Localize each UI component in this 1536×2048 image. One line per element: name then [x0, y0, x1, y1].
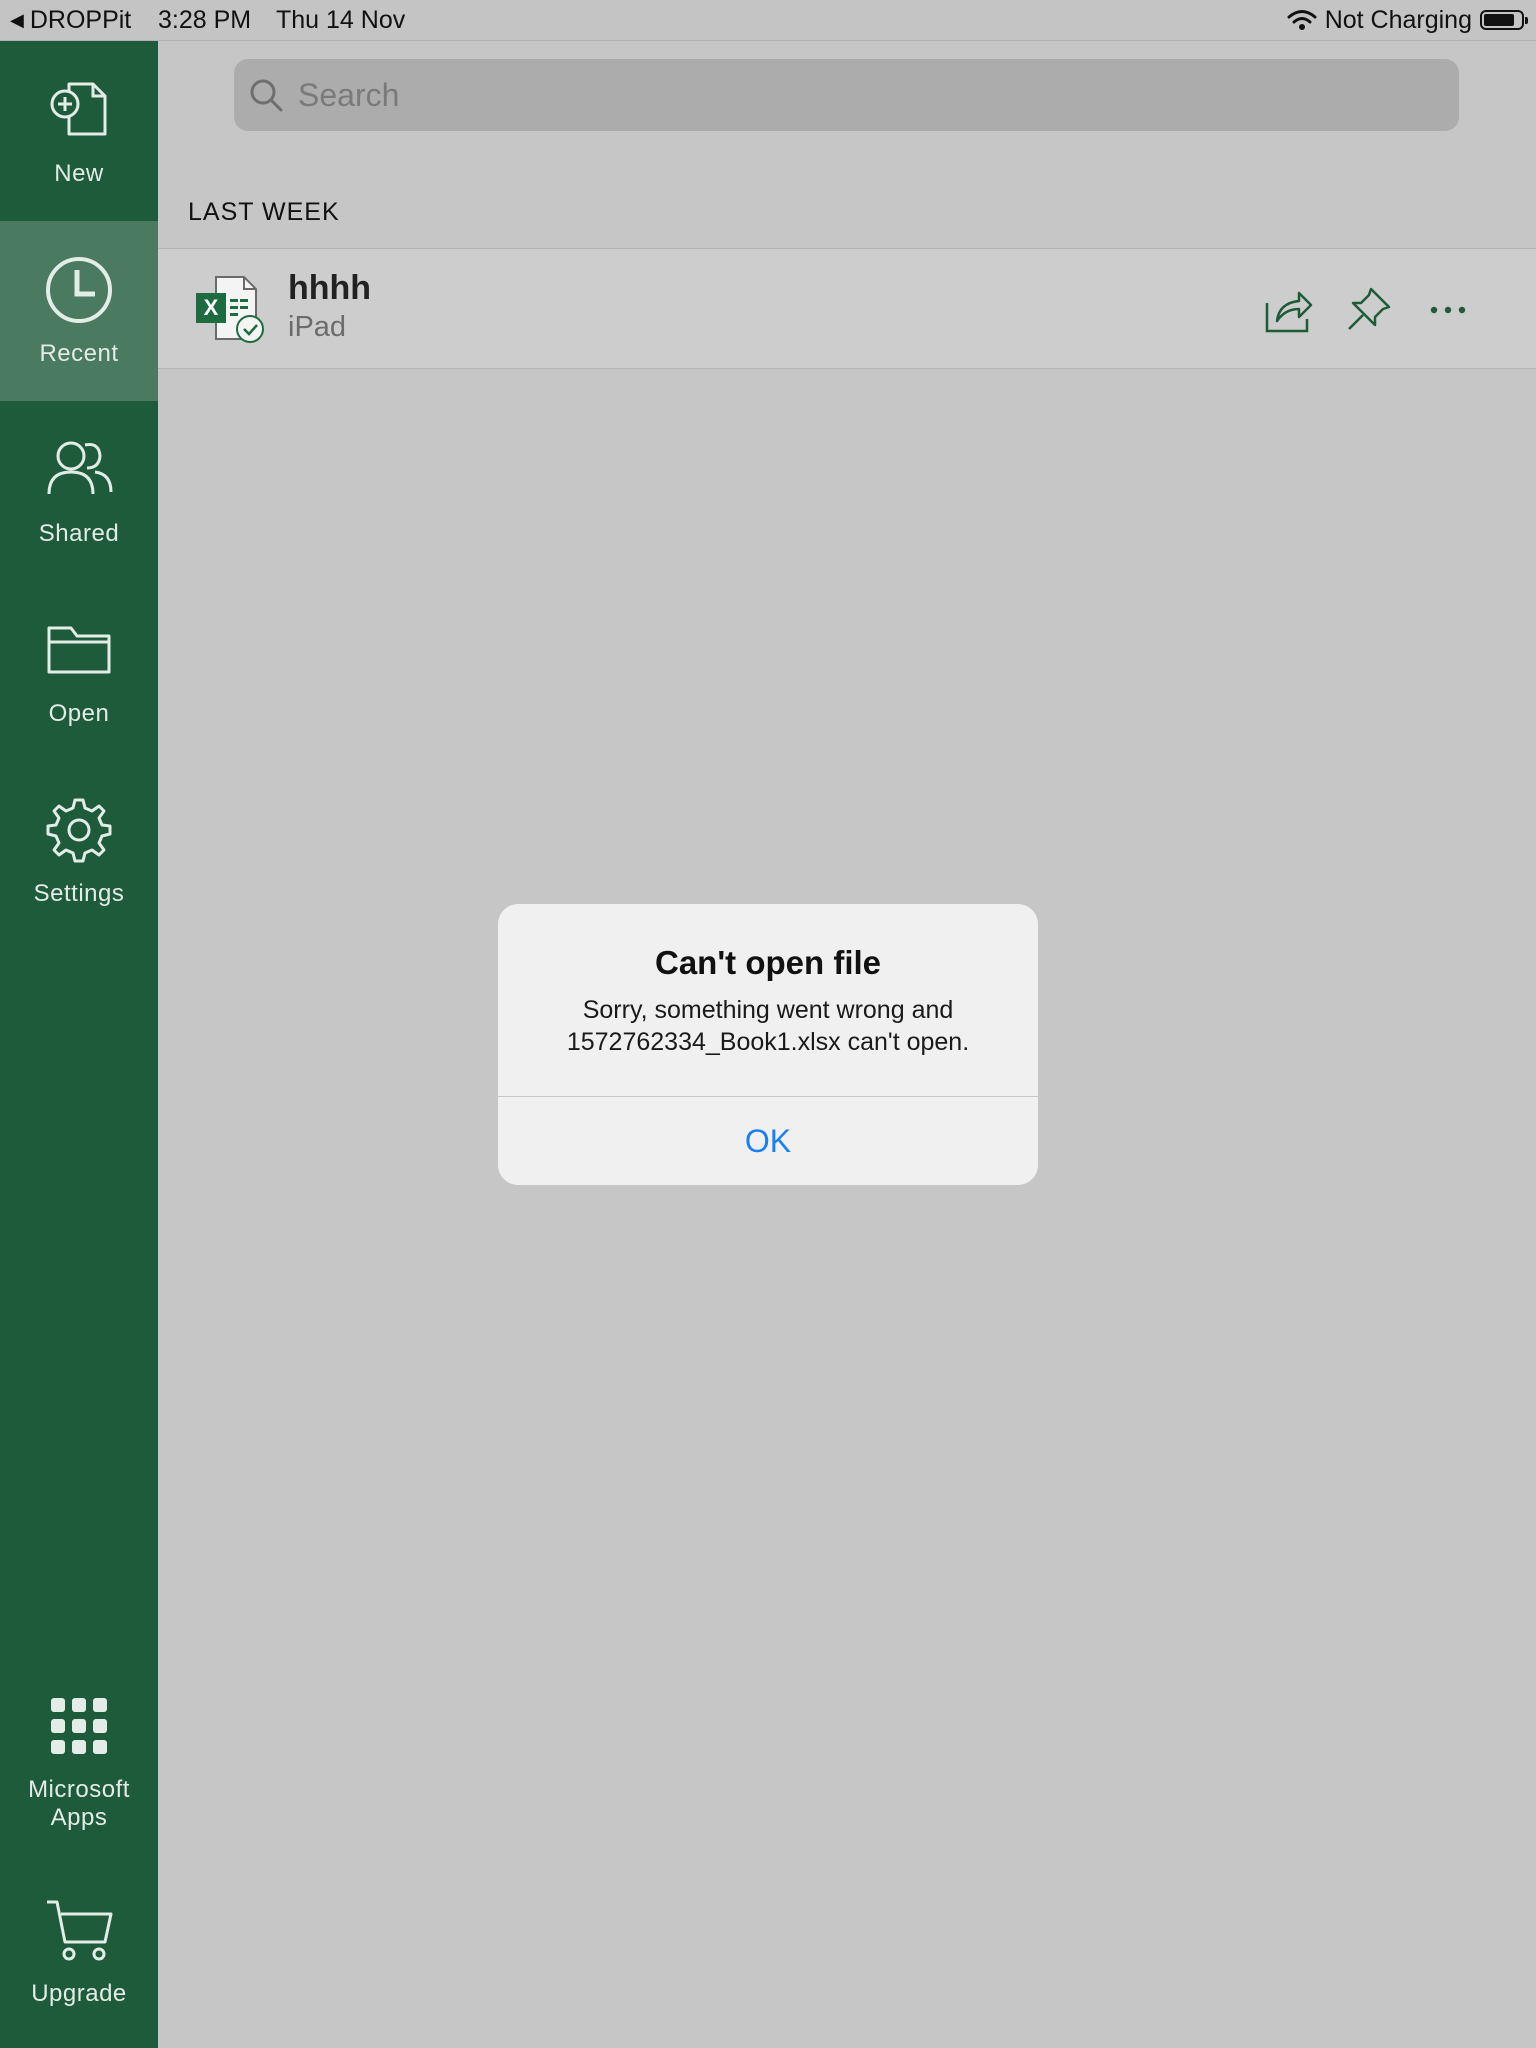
sidebar-item-label: New	[54, 160, 104, 187]
clock-icon	[46, 257, 112, 323]
sidebar: New Recent Shared Open Settings Microsof…	[0, 41, 158, 2048]
status-time: 3:28 PM	[158, 6, 252, 34]
battery-icon	[1480, 10, 1528, 30]
sidebar-item-shared[interactable]: Shared	[0, 401, 158, 581]
apps-grid-icon	[51, 1698, 107, 1754]
sidebar-item-new[interactable]: New	[0, 41, 158, 221]
back-to-app-button[interactable]: ◀ DROPPit	[10, 0, 131, 40]
status-right: Not Charging	[1287, 0, 1528, 40]
svg-text:X: X	[204, 295, 219, 320]
status-bar: ◀ DROPPit 3:28 PM Thu 14 Nov Not Chargin…	[0, 0, 1536, 41]
back-arrow-icon: ◀	[10, 10, 24, 30]
error-alert-dialog: Can't open file Sorry, something went wr…	[498, 904, 1038, 1185]
sidebar-item-label: Recent	[39, 340, 119, 367]
search-bar[interactable]	[234, 59, 1459, 131]
new-document-icon	[50, 82, 107, 136]
alert-message: Sorry, something went wrong and 15727623…	[566, 996, 970, 1056]
sidebar-item-label: Settings	[33, 880, 125, 907]
back-app-label: DROPPit	[29, 6, 132, 34]
sidebar-item-recent[interactable]: Recent	[0, 221, 158, 401]
search-icon	[250, 79, 283, 112]
alert-title: Can't open file	[654, 944, 882, 981]
cart-icon	[47, 1900, 113, 1961]
search-input[interactable]	[296, 75, 1400, 115]
sidebar-item-open[interactable]: Open	[0, 581, 158, 761]
charging-status: Not Charging	[1324, 6, 1472, 34]
status-date: Thu 14 Nov	[276, 6, 406, 34]
file-row[interactable]: X hhhh iPad	[158, 248, 1536, 369]
sidebar-item-label: Open	[48, 700, 110, 727]
pin-icon[interactable]	[1343, 285, 1393, 335]
gear-icon	[46, 798, 112, 863]
sidebar-item-settings[interactable]: Settings	[0, 761, 158, 941]
file-location: iPad	[288, 311, 347, 343]
sidebar-item-microsoft-apps[interactable]: Microsoft Apps	[0, 1661, 158, 1861]
wifi-icon	[1287, 10, 1317, 30]
file-name: hhhh	[288, 269, 372, 307]
sidebar-item-label: Upgrade	[31, 1980, 127, 2007]
people-icon	[47, 441, 113, 495]
section-header: LAST WEEK	[188, 198, 340, 226]
sidebar-item-upgrade[interactable]: Upgrade	[0, 1861, 158, 2041]
folder-icon	[47, 626, 111, 674]
sidebar-item-label: Microsoft Apps	[28, 1776, 130, 1831]
excel-file-icon: X	[196, 276, 264, 343]
ok-button[interactable]: OK	[498, 1097, 1038, 1185]
more-options-icon[interactable]	[1423, 285, 1473, 335]
sidebar-item-label: Shared	[38, 520, 120, 547]
share-icon[interactable]	[1263, 285, 1313, 335]
